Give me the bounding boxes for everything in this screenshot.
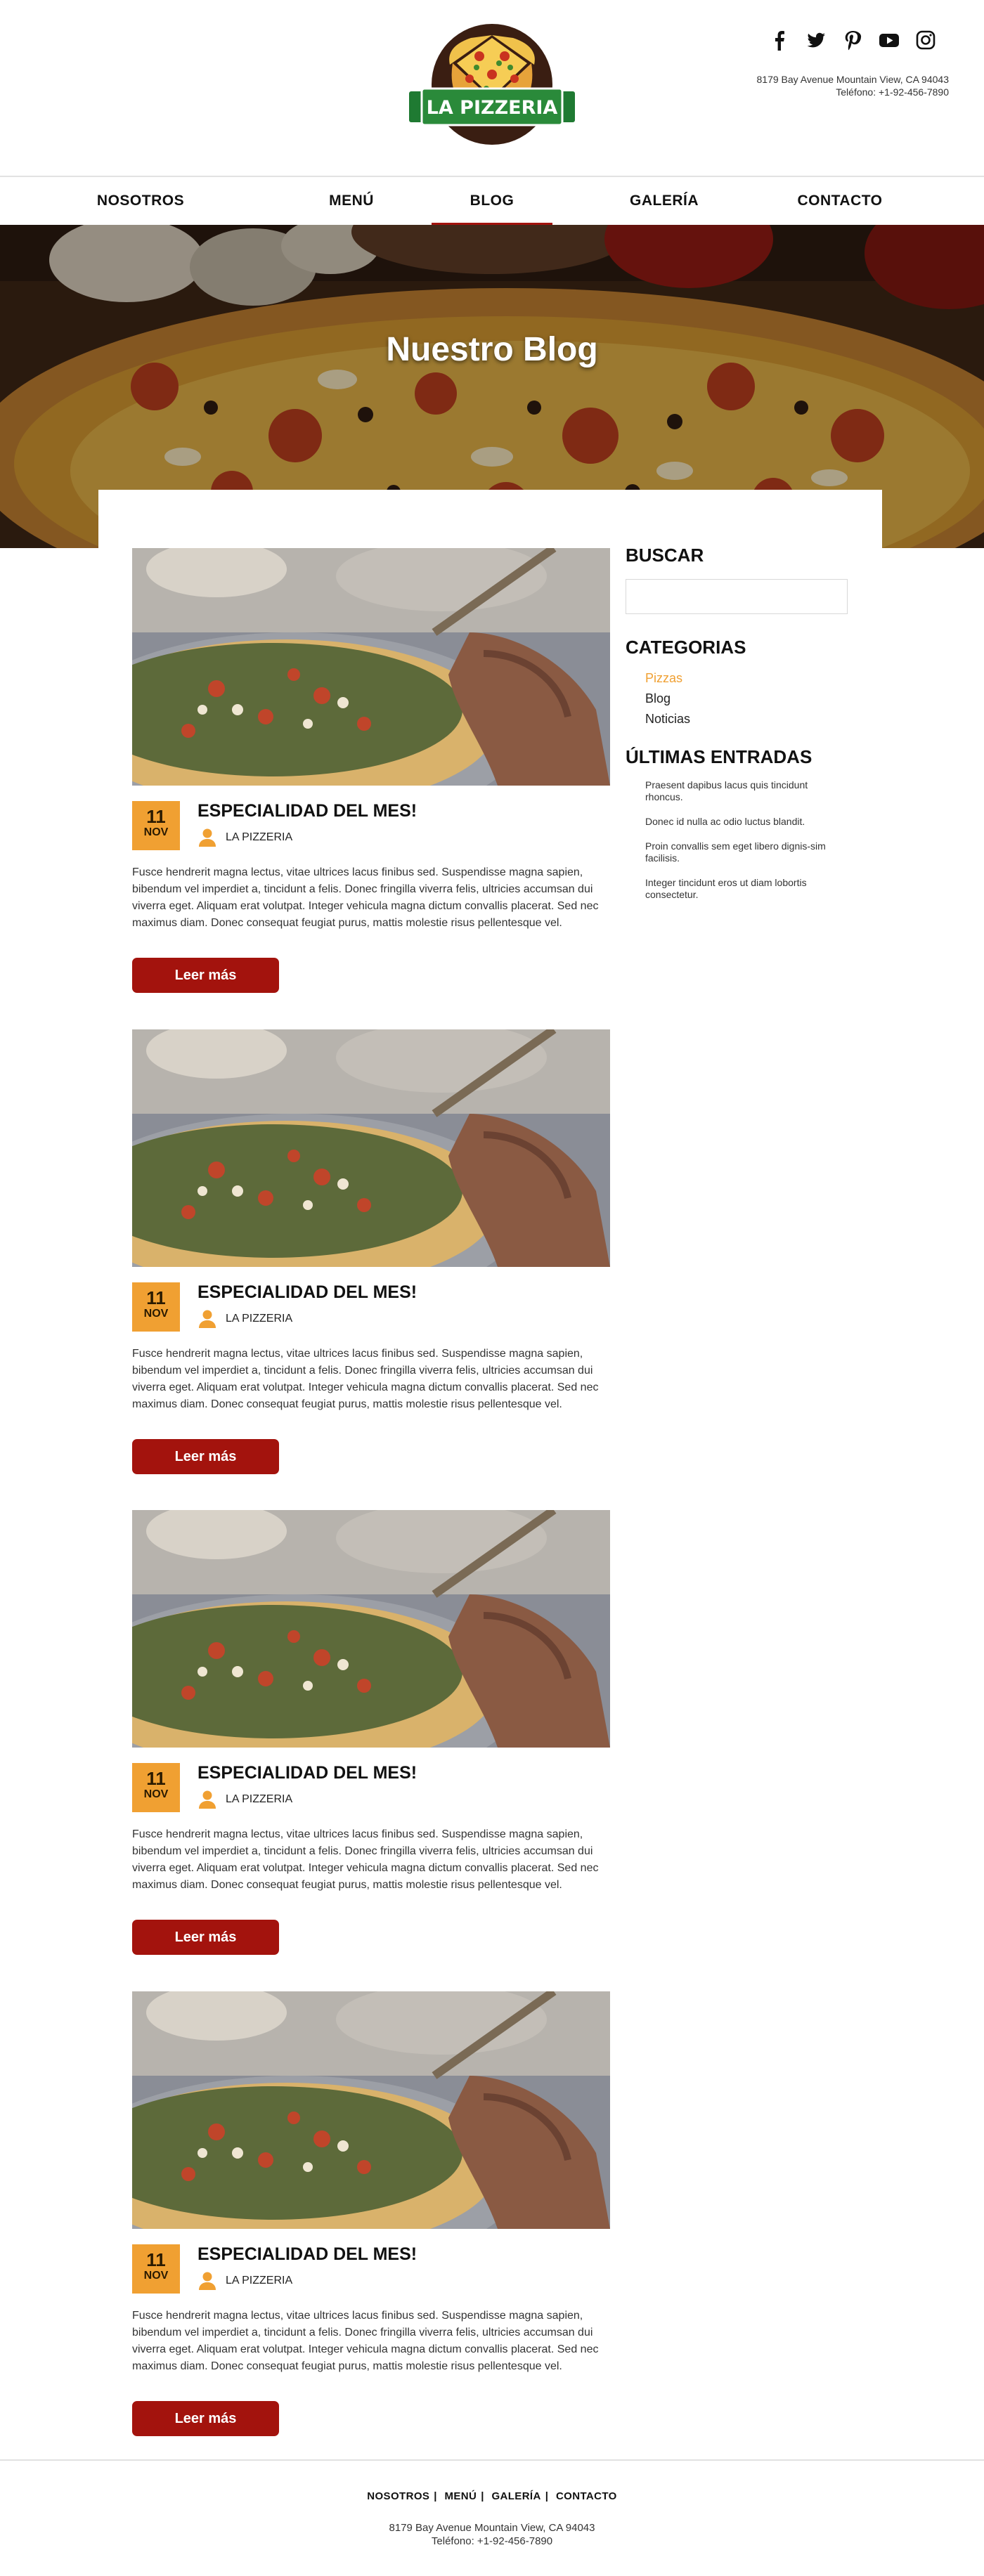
author-name: LA PIZZERIA [226,2275,293,2286]
read-more-button[interactable]: Leer más [132,958,279,993]
footer-address-line: 8179 Bay Avenue Mountain View, CA 94043 [389,2522,595,2534]
recent-post-link[interactable]: Donec id nulla ac odio luctus blandit. [645,816,835,828]
site-footer: NOSOTROS | MENÚ | GALERÍA | CONTACTO 8179 B… [0,2459,984,2576]
search-input[interactable] [626,579,848,614]
post-author: LA PIZZERIA [198,2271,292,2291]
read-more-button[interactable]: Leer más [132,2401,279,2436]
post-image[interactable] [132,548,610,786]
post-title[interactable]: ESPECIALIDAD DEL MES! [198,1763,417,1783]
instagram-icon[interactable] [915,30,936,51]
category-item-noticias[interactable]: Noticias [645,709,850,729]
footer-address: 8179 Bay Avenue Mountain View, CA 94043 … [0,2521,984,2548]
author-name: LA PIZZERIA [226,1313,293,1325]
site-header: LA PIZZERIA 8179 Bay Avenue Mountain Vie… [0,0,984,176]
header-address-line: 8179 Bay Avenue Mountain View, CA 94043 [756,74,949,85]
recent-posts-list: Praesent dapibus lacus quis tincidunt rh… [626,779,850,901]
youtube-icon[interactable] [879,30,900,51]
footer-link-galeria[interactable]: GALERÍA [491,2490,540,2502]
la-pizzeria-logo[interactable]: LA PIZZERIA [409,21,575,149]
svg-text:LA PIZZERIA: LA PIZZERIA [427,97,558,119]
category-list: Pizzas Blog Noticias [626,668,850,729]
post-excerpt: Fusce hendrerit magna lectus, vitae ultr… [132,1828,599,1891]
date-month: NOV [143,1308,169,1320]
date-day: 11 [146,2249,166,2270]
social-links [769,30,936,51]
footer-separator: | [481,2490,484,2502]
post-image[interactable] [132,1510,610,1748]
facebook-icon[interactable] [769,30,790,51]
blog-post: 11 NOV ESPECIALIDAD DEL MES! LA PIZZERIA… [132,1510,610,1955]
post-author: LA PIZZERIA [198,1309,292,1329]
nav-item-contacto[interactable]: CONTACTO [777,177,903,226]
post-title[interactable]: ESPECIALIDAD DEL MES! [198,2244,417,2265]
post-image[interactable] [132,1991,610,2229]
post-excerpt: Fusce hendrerit magna lectus, vitae ultr… [132,1348,599,1410]
sidebar: BUSCAR CATEGORIAS Pizzas Blog Noticias Ú… [626,545,850,913]
nav-item-galeria[interactable]: GALERÍA [611,177,717,226]
user-icon [199,828,216,847]
search-heading: BUSCAR [626,545,704,566]
header-address: 8179 Bay Avenue Mountain View, CA 94043 … [757,73,949,98]
twitter-icon[interactable] [805,30,827,51]
post-image[interactable] [132,1029,610,1267]
post-author: LA PIZZERIA [198,1790,292,1809]
header-phone: Teléfono: +1-92-456-7890 [836,86,949,98]
recent-post-link[interactable]: Integer tincidunt eros ut diam lobortis … [645,877,835,901]
user-icon [199,2272,216,2290]
recent-post-link[interactable]: Proin convallis sem eget libero dignis-s… [645,840,835,864]
footer-nav: NOSOTROS | MENÚ | GALERÍA | CONTACTO [0,2490,984,2502]
nav-item-blog[interactable]: BLOG [432,177,552,226]
footer-link-nosotros[interactable]: NOSOTROS [367,2490,429,2502]
date-month: NOV [143,1788,169,1800]
author-name: LA PIZZERIA [226,1793,293,1805]
date-day: 11 [146,1287,166,1308]
page-title: Nuestro Blog [386,331,598,368]
main-nav: NOSOTROS MENÚ BLOG GALERÍA CONTACTO [0,176,984,226]
read-more-button[interactable]: Leer más [132,1439,279,1474]
post-excerpt: Fusce hendrerit magna lectus, vitae ultr… [132,866,599,929]
footer-link-contacto[interactable]: CONTACTO [556,2490,617,2502]
post-excerpt: Fusce hendrerit magna lectus, vitae ultr… [132,2310,599,2372]
recent-post-link[interactable]: Praesent dapibus lacus quis tincidunt rh… [645,779,835,803]
blog-post: 11 NOV ESPECIALIDAD DEL MES! LA PIZZERIA… [132,1991,610,2436]
date-badge: 11 NOV [132,2244,180,2294]
date-day: 11 [146,1768,166,1789]
date-month: NOV [143,2270,169,2282]
pinterest-icon[interactable] [842,30,863,51]
date-day: 11 [146,806,166,827]
blog-post: 11 NOV ESPECIALIDAD DEL MES! LA PIZZERIA… [132,1029,610,1474]
date-badge: 11 NOV [132,1763,180,1812]
date-month: NOV [143,826,169,838]
author-name: LA PIZZERIA [226,831,293,843]
nav-item-nosotros[interactable]: NOSOTROS [63,177,218,226]
footer-separator: | [434,2490,437,2502]
user-icon [199,1790,216,1809]
category-item-blog[interactable]: Blog [645,689,850,709]
nav-item-menu[interactable]: MENÚ [302,177,401,226]
date-badge: 11 NOV [132,1282,180,1332]
footer-link-menu[interactable]: MENÚ [444,2490,477,2502]
blog-post: 11 NOV ESPECIALIDAD DEL MES! LA PIZZERIA… [132,548,610,993]
footer-phone: Teléfono: +1-92-456-7890 [431,2535,553,2547]
read-more-button[interactable]: Leer más [132,1920,279,1955]
footer-separator: | [545,2490,549,2502]
post-title[interactable]: ESPECIALIDAD DEL MES! [198,1282,417,1303]
post-title[interactable]: ESPECIALIDAD DEL MES! [198,801,417,821]
category-item-pizzas[interactable]: Pizzas [645,668,850,689]
post-author: LA PIZZERIA [198,828,292,847]
recent-posts-heading: ÚLTIMAS ENTRADAS [626,746,813,767]
categories-heading: CATEGORIAS [626,637,746,658]
user-icon [199,1310,216,1328]
date-badge: 11 NOV [132,801,180,850]
